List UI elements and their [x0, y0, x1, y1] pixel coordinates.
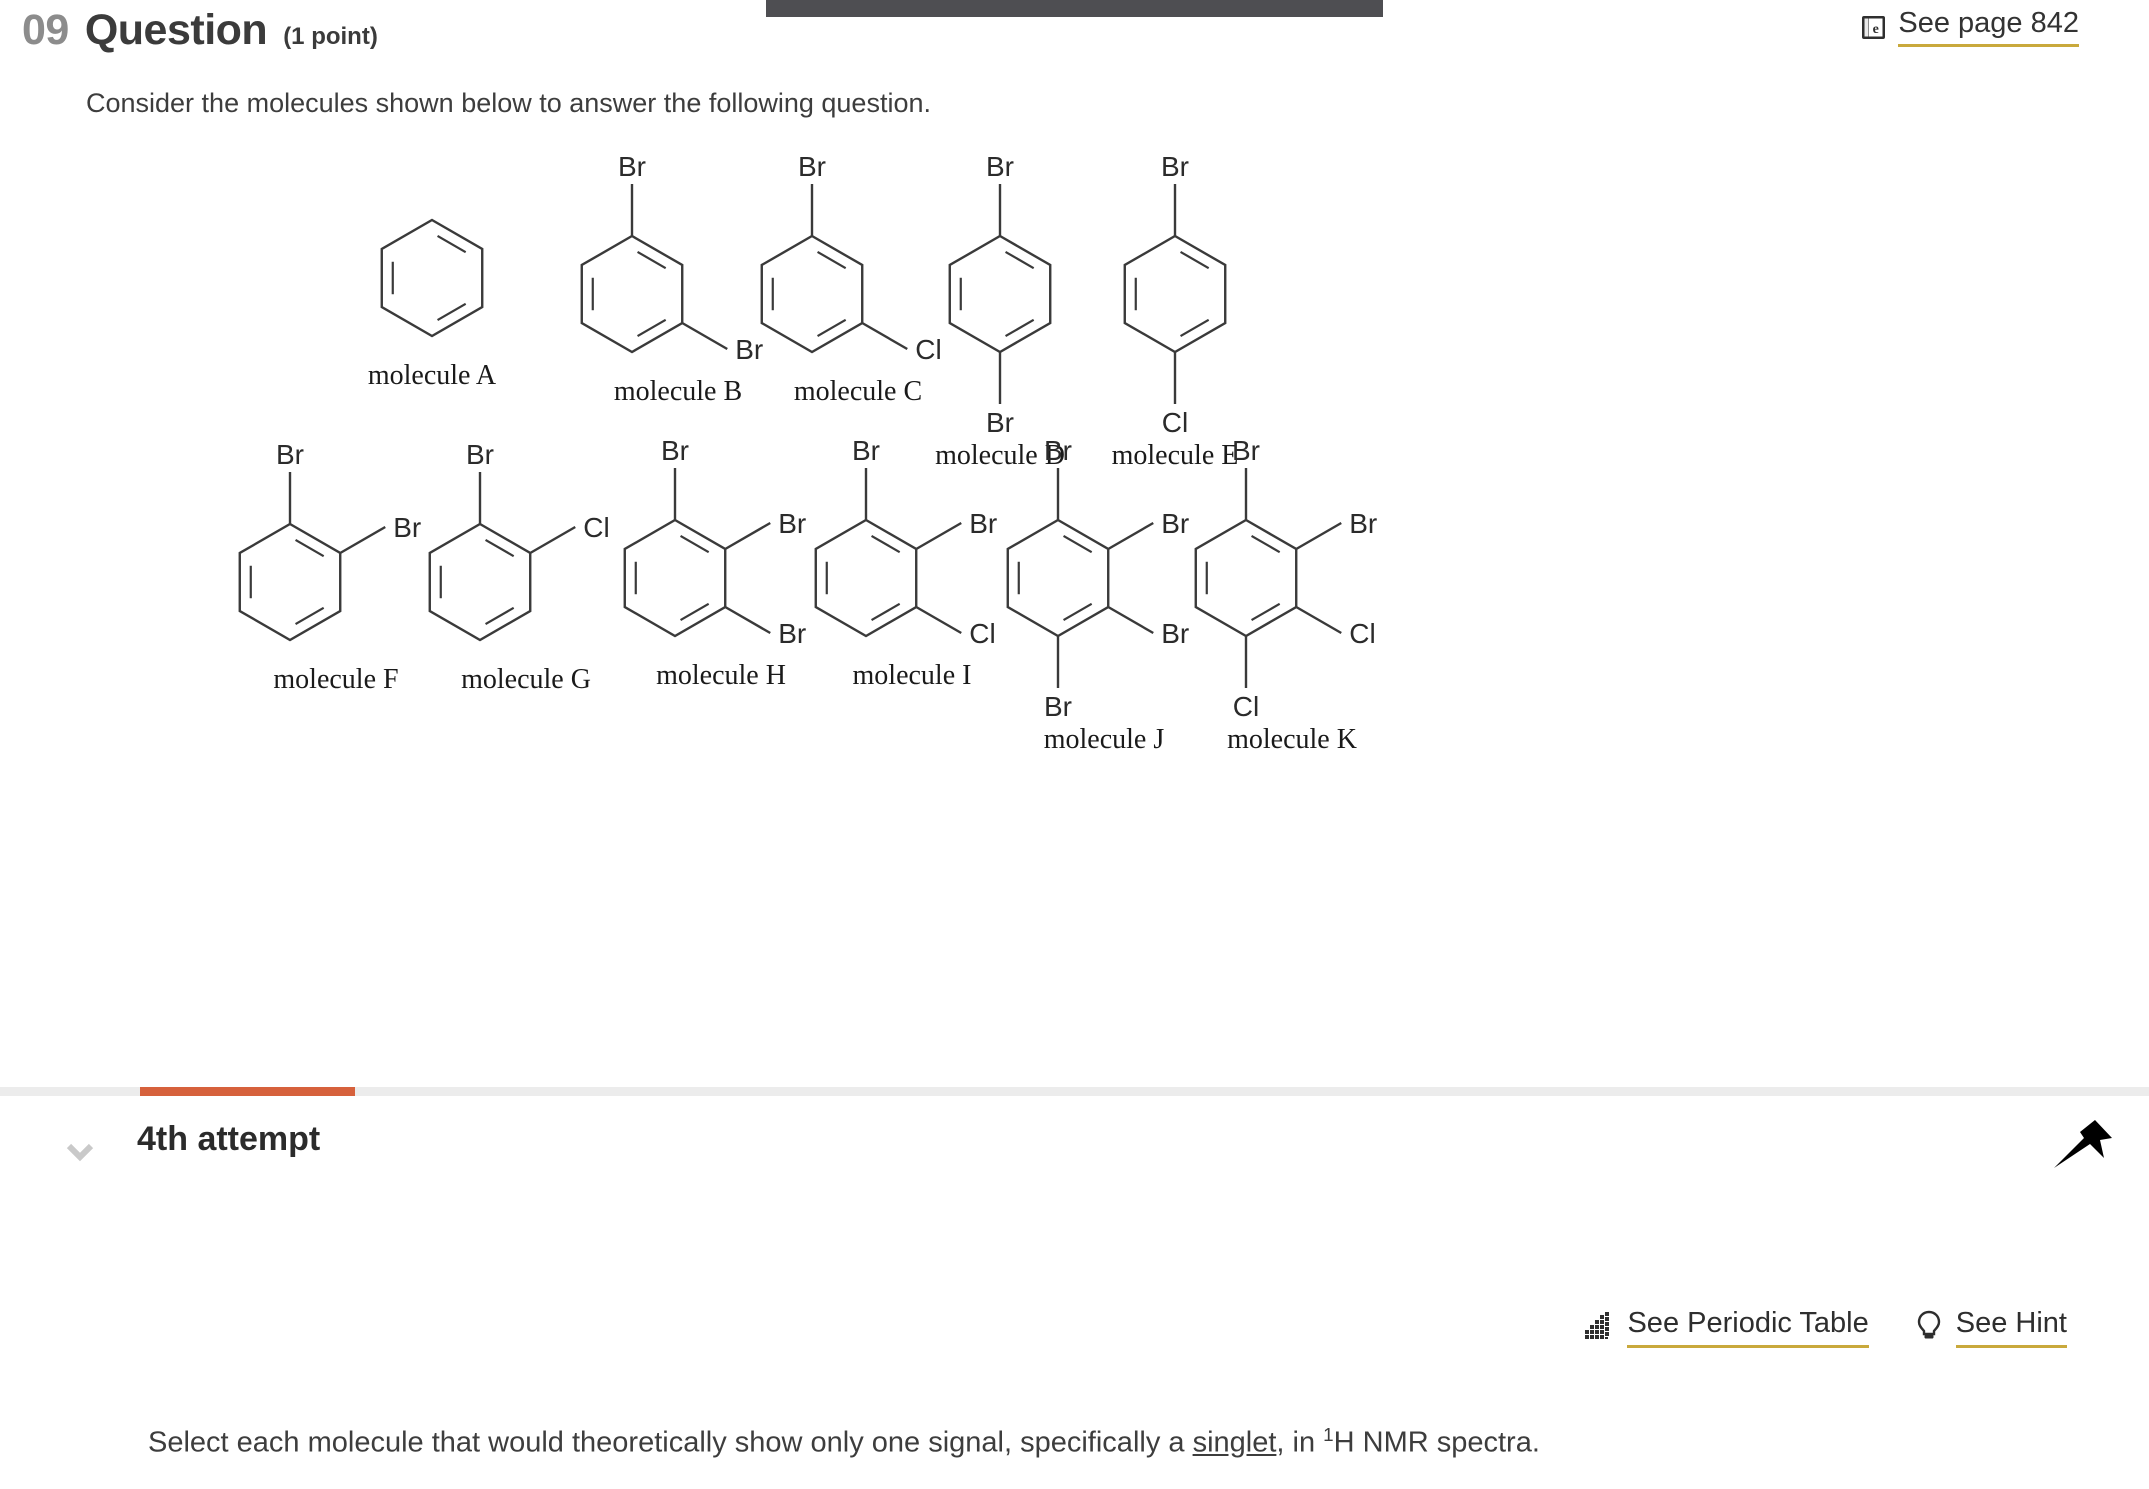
page-title: Question	[84, 6, 268, 54]
molecule-label: molecule A	[367, 360, 497, 391]
benzene-ring: Br Br Cl Cl	[1194, 435, 1377, 722]
benzene-ring: BrCl	[1123, 151, 1227, 438]
chevron-down-icon[interactable]	[62, 1134, 98, 1170]
question-header: 09 Question (1 point)	[0, 6, 1100, 66]
flag-icon[interactable]	[2050, 1118, 2124, 1178]
attempt-progress-fill	[140, 1087, 355, 1096]
molecule-card[interactable]: Br Cl molecule E	[1091, 150, 1259, 472]
periodic-table-icon	[1584, 1310, 1614, 1345]
molecule-label: molecule B	[613, 376, 743, 407]
prompt-part-2: , in	[1276, 1426, 1324, 1459]
substituent-label: Br	[986, 151, 1014, 182]
see-hint-label: See Hint	[1955, 1307, 2067, 1348]
prompt-part-3: H NMR spectra.	[1333, 1426, 1540, 1459]
substituent-label: Br	[852, 435, 880, 466]
benzene-ring: BrBr	[948, 151, 1052, 438]
benzene-ring	[380, 218, 484, 338]
prompt-superscript: 1	[1323, 1424, 1334, 1445]
molecule-card[interactable]: Br Br molecule D	[916, 150, 1084, 472]
svg-text:e: e	[1873, 22, 1879, 37]
substituent-label: Cl	[1233, 691, 1259, 722]
molecule-label: molecule G	[461, 664, 591, 695]
substituent-label: Br	[1044, 691, 1072, 722]
question-number: 09	[22, 6, 69, 54]
molecule-label: molecule F	[273, 664, 399, 695]
molecule-label: molecule K	[1227, 724, 1357, 755]
helper-links: See Periodic Table See Hint	[1584, 1307, 2067, 1348]
molecule-card[interactable]: molecule A	[348, 198, 516, 392]
question-prompt: Select each molecule that would theoreti…	[148, 1424, 1948, 1460]
substituent-label: Br	[618, 151, 646, 182]
molecule-card[interactable]: Br Br Cl Cl molecule K	[1162, 434, 1422, 756]
substituent-label: Br	[276, 439, 304, 470]
question-points: (1 point)	[283, 23, 378, 50]
substituent-label: Br	[1349, 508, 1377, 539]
ebook-icon: e	[1861, 15, 1886, 40]
see-hint-link[interactable]: See Hint	[1915, 1307, 2067, 1348]
prompt-part-1: Select each molecule that would theoreti…	[148, 1426, 1193, 1459]
lightbulb-icon	[1915, 1309, 1943, 1346]
molecule-label: molecule C	[793, 376, 923, 407]
intro-text: Consider the molecules shown below to an…	[86, 88, 931, 118]
substituent-label: Br	[466, 439, 494, 470]
see-periodic-table-link[interactable]: See Periodic Table	[1584, 1307, 1869, 1348]
see-page-label: See page 842	[1898, 7, 2079, 47]
substituent-label: Cl	[1349, 618, 1375, 649]
see-periodic-table-label: See Periodic Table	[1627, 1307, 1869, 1348]
attempt-label: 4th attempt	[137, 1120, 321, 1158]
molecule-gallery: molecule A Br Br molecule B Br Cl molecule C Br…	[0, 150, 2149, 990]
substituent-label: Br	[661, 435, 689, 466]
substituent-label: Br	[1161, 151, 1189, 182]
substituent-label: Br	[1044, 435, 1072, 466]
prompt-underlined-term: singlet	[1192, 1426, 1277, 1459]
substituent-label: Br	[798, 151, 826, 182]
molecule-label: molecule H	[656, 660, 786, 691]
substituent-label: Br	[1232, 435, 1260, 466]
molecule-label: molecule I	[852, 660, 972, 691]
attempt-row: 4th attempt	[0, 1120, 2149, 1200]
molecule-label: molecule J	[1043, 724, 1165, 755]
see-page-link[interactable]: e See page 842	[1861, 7, 2079, 47]
question-page: 09 Question (1 point) e See page 842 Con…	[0, 0, 2149, 1489]
